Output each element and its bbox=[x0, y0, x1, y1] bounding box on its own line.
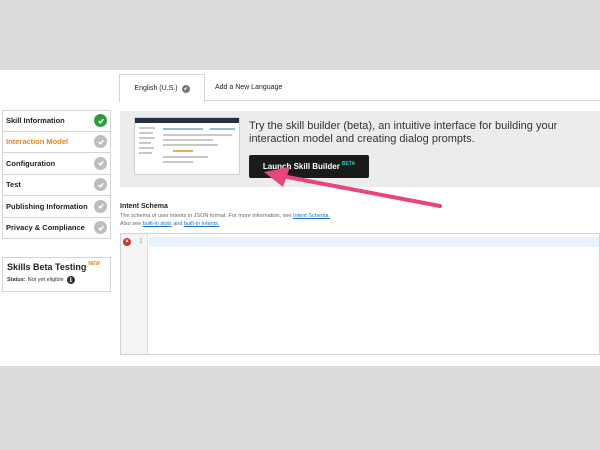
intent-schema-title: Intent Schema bbox=[120, 203, 168, 210]
sidebar-item-configuration[interactable]: Configuration bbox=[2, 153, 111, 175]
desc-text: The schema of user intents in JSON forma… bbox=[120, 213, 292, 219]
built-in-intents-link[interactable]: built-in intents. bbox=[184, 221, 219, 227]
check-circle-icon bbox=[94, 135, 107, 149]
sidebar-item-label: Publishing Information bbox=[6, 201, 88, 211]
beta-title-text: Skills Beta Testing bbox=[7, 262, 87, 272]
sidebar: Skill Information Interaction Model Conf… bbox=[2, 110, 111, 239]
info-icon[interactable]: i bbox=[66, 276, 75, 284]
status-value: Not yet eligible bbox=[27, 277, 64, 283]
sidebar-item-interaction-model[interactable]: Interaction Model bbox=[2, 131, 111, 153]
error-icon: × bbox=[123, 238, 131, 246]
check-circle-icon bbox=[94, 114, 107, 128]
desc-text: Also see bbox=[120, 221, 142, 227]
editor-gutter: × 1 bbox=[121, 234, 148, 354]
beta-status: Status: Not yet eligible i bbox=[7, 276, 106, 284]
pointer-arrow-icon bbox=[264, 167, 442, 208]
sidebar-item-label: Privacy & Compliance bbox=[6, 223, 85, 233]
check-circle-icon bbox=[94, 178, 107, 192]
intent-schema-editor[interactable]: × 1 bbox=[120, 233, 600, 355]
status-label: Status: bbox=[7, 277, 26, 283]
language-tabs: English (U.S.) Add a New Language bbox=[119, 74, 292, 102]
tab-label: English (U.S.) bbox=[134, 85, 178, 92]
tab-add-language[interactable]: Add a New Language bbox=[205, 74, 292, 101]
tab-divider bbox=[205, 100, 600, 101]
line-number: 1 bbox=[139, 238, 143, 245]
beta-title: Skills Beta Testing NEW bbox=[7, 261, 106, 272]
sidebar-item-publishing-information[interactable]: Publishing Information bbox=[2, 196, 111, 218]
check-circle-icon bbox=[94, 221, 107, 235]
active-line-highlight bbox=[149, 237, 599, 247]
sidebar-item-label: Skill Information bbox=[6, 116, 65, 126]
intent-schema-description: The schema of user intents in JSON forma… bbox=[120, 212, 330, 228]
check-circle-icon bbox=[94, 156, 107, 170]
page: English (U.S.) Add a New Language Skill … bbox=[0, 70, 600, 366]
new-badge: NEW bbox=[88, 261, 101, 267]
skills-beta-testing-panel: Skills Beta Testing NEW Status: Not yet … bbox=[2, 257, 111, 292]
skill-builder-screenshot bbox=[134, 117, 240, 175]
built-in-slots-link[interactable]: built-in slots bbox=[143, 221, 172, 227]
sidebar-item-label: Interaction Model bbox=[6, 137, 69, 147]
sidebar-item-skill-information[interactable]: Skill Information bbox=[2, 110, 111, 132]
desc-text: and bbox=[173, 221, 183, 227]
check-icon bbox=[181, 84, 190, 93]
sidebar-item-label: Configuration bbox=[6, 158, 56, 168]
sidebar-item-privacy-compliance[interactable]: Privacy & Compliance bbox=[2, 217, 111, 239]
sidebar-item-label: Test bbox=[6, 180, 21, 190]
tab-english-us[interactable]: English (U.S.) bbox=[119, 74, 205, 102]
beta-badge: BETA bbox=[341, 160, 356, 167]
sidebar-item-test[interactable]: Test bbox=[2, 174, 111, 196]
check-circle-icon bbox=[94, 199, 107, 213]
intent-schema-link[interactable]: Intent Schema. bbox=[293, 213, 330, 219]
banner-text: Try the skill builder (beta), an intuiti… bbox=[249, 120, 558, 145]
tab-label: Add a New Language bbox=[215, 84, 283, 91]
